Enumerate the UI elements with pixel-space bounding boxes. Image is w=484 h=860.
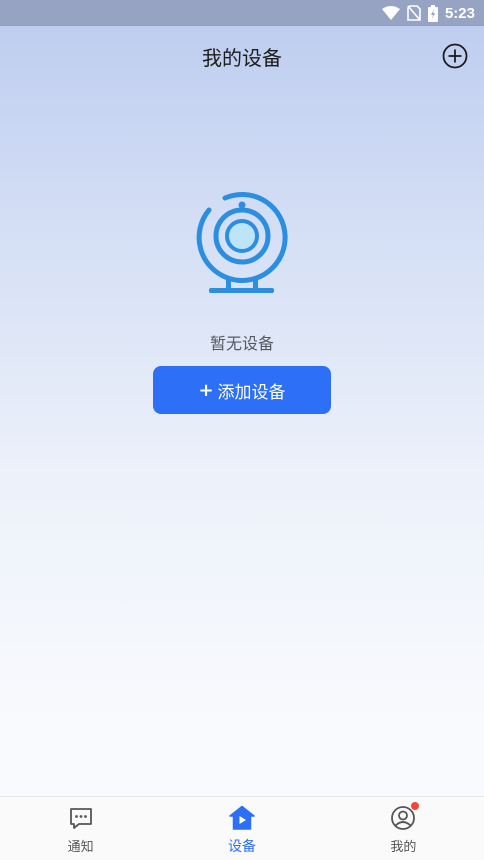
tab-notifications[interactable]: 通知 [0,797,161,860]
page-title: 我的设备 [202,45,282,70]
notification-badge [411,802,420,810]
tab-label: 我的 [390,840,417,855]
battery-charging-icon [427,4,438,22]
home-play-icon [229,805,255,831]
add-device-label: 添加设备 [217,382,286,403]
tab-label: 通知 [67,840,94,855]
add-circle-icon[interactable] [442,43,468,69]
add-device-button[interactable]: + 添加设备 [153,366,331,414]
webcam-icon [195,188,289,296]
tab-label: 设备 [227,839,256,855]
status-time: 5:23 [444,4,475,22]
title-bar: 我的设备 [0,26,484,86]
user-icon [390,802,420,831]
status-bar: 5:23 [0,0,484,26]
empty-state-message: 暂无设备 [209,334,274,353]
bottom-tab-bar: 通知 设备 我的 [0,796,484,860]
no-sim-icon [407,5,421,21]
message-icon [68,805,94,831]
plus-icon: + [198,379,214,401]
tab-profile[interactable]: 我的 [323,797,484,860]
tab-devices[interactable]: 设备 [161,797,322,860]
wifi-icon [381,6,400,20]
